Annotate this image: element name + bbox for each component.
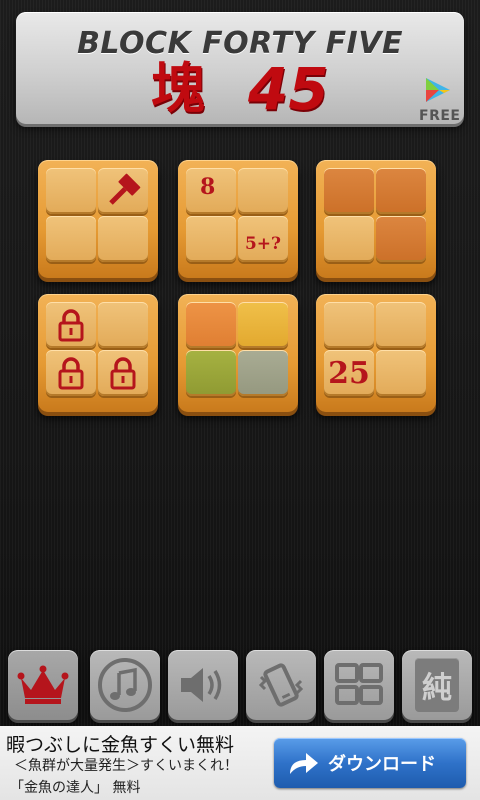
color-cell-gray [238,350,288,396]
title-banner: BLOCK FORTY FIVE 塊 45 FREE [16,12,464,124]
tile-cell [324,302,374,348]
color-cell-orange [186,302,236,348]
lock-icon [58,309,84,342]
tile-cell [324,168,374,214]
download-button[interactable]: ダウンロード [274,738,466,788]
level-tile-numbers[interactable]: 8 5+? [178,160,298,278]
kanji-icon: 純 [415,658,459,712]
title-number: 45 [248,55,329,123]
ad-subline: ＜魚群が大量発生＞すくいまくれ！ [14,758,238,774]
tile-cell [376,350,426,396]
color-cell-olive [186,350,236,396]
hammer-icon [109,173,141,205]
speaker-icon [181,668,222,702]
title-english: BLOCK FORTY FIVE [77,26,403,61]
lock-icon [110,357,136,390]
number-label: 25 [324,350,374,396]
level-tile-colors[interactable] [178,294,298,412]
lock-icon [58,357,84,390]
level-tile-rust[interactable] [316,160,436,278]
crown-icon [17,665,69,704]
forward-arrow-icon [290,753,318,774]
color-cell-yellow [238,302,288,348]
level-tile-locks[interactable] [38,294,158,412]
layout-button[interactable] [324,650,394,720]
music-icon [98,658,152,712]
tile-cell [186,216,236,262]
free-label: FREE [419,108,461,124]
tile-cell [376,302,426,348]
tile-cell [238,168,288,214]
sound-toggle[interactable] [168,650,238,720]
ad-app-name: 「金魚の達人」 無料 [10,780,141,796]
level-tile-hammer[interactable] [38,160,158,278]
tile-cell [98,350,148,396]
tile-cell [324,216,374,262]
tile-cell [98,168,148,214]
tile-cell [46,302,96,348]
number-label: 8 [186,168,236,214]
tile-cell [46,216,96,262]
tile-cell [376,216,426,262]
title-kanji: 塊 [151,56,205,120]
ranking-button[interactable] [8,650,78,720]
kanji-mode-button[interactable]: 純 [402,650,472,720]
ad-banner[interactable]: 暇つぶしに金魚すくい無料 ＜魚群が大量発生＞すくいまくれ！ 「金魚の達人」 無料… [0,726,480,800]
download-label: ダウンロード [328,754,436,775]
play-store-icon[interactable] [424,76,452,104]
tile-cell [46,350,96,396]
ad-headline: 暇つぶしに金魚すくい無料 [6,734,235,756]
grid-icon [335,663,383,705]
equation-label: 5+? [238,216,288,262]
music-toggle[interactable] [90,650,160,720]
tile-cell [376,168,426,214]
tile-cell [46,168,96,214]
vibrate-icon [258,663,304,707]
tile-cell [98,302,148,348]
tile-cell [98,216,148,262]
level-tile-25[interactable]: 25 [316,294,436,412]
vibration-toggle[interactable] [246,650,316,720]
